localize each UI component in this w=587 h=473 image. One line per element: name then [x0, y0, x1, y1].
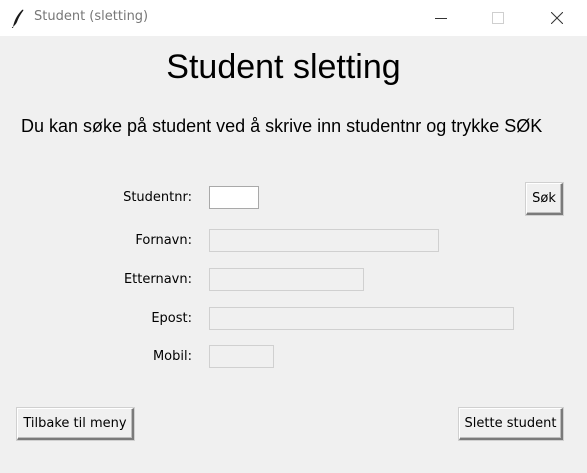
minimize-icon — [435, 18, 447, 19]
window-title: Student (sletting) — [34, 9, 149, 24]
maximize-icon — [492, 12, 504, 24]
fornavn-label: Fornavn: — [135, 233, 192, 248]
close-icon — [551, 12, 563, 24]
etternavn-label: Etternavn: — [123, 272, 192, 287]
delete-student-button[interactable]: Slette student — [459, 408, 563, 440]
title-bar: Student (sletting) — [0, 0, 587, 36]
fornavn-field[interactable] — [209, 229, 439, 252]
mobil-field[interactable] — [209, 345, 274, 368]
mobil-label: Mobil: — [152, 349, 192, 364]
studentnr-input[interactable] — [209, 186, 259, 209]
epost-label: Epost: — [151, 311, 192, 326]
back-to-menu-button[interactable]: Tilbake til meny — [17, 408, 134, 440]
epost-field[interactable] — [209, 307, 514, 330]
page-title: Student sletting — [166, 48, 401, 86]
minimize-button[interactable] — [418, 0, 464, 36]
instruction-text: Du kan søke på student ved å skrive inn … — [21, 116, 543, 136]
feather-icon — [11, 9, 24, 28]
close-button[interactable] — [534, 0, 580, 36]
search-button[interactable]: Søk — [526, 183, 563, 215]
maximize-button — [475, 0, 521, 36]
etternavn-field[interactable] — [209, 268, 364, 291]
studentnr-label: Studentnr: — [123, 190, 192, 205]
